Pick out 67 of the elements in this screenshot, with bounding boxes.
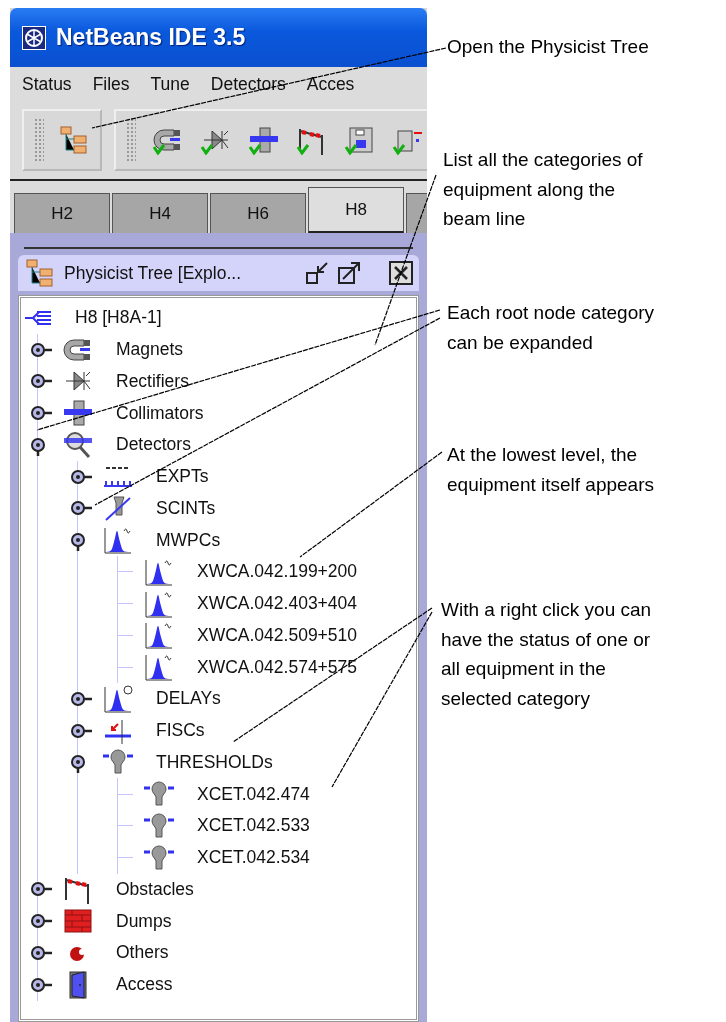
tree-item[interactable]: XCET.042.474 (197, 783, 310, 805)
tree-toggle[interactable] (28, 914, 52, 929)
collimator-icon (62, 398, 94, 429)
toolbar-grip[interactable] (34, 118, 44, 162)
tree-item[interactable]: MWPCs (156, 529, 221, 551)
tree-toggle[interactable] (28, 882, 52, 897)
tree-item[interactable]: XWCA.042.574+575 (197, 656, 358, 678)
menu-item[interactable]: Tune (150, 73, 190, 95)
tab[interactable]: H2 (14, 193, 110, 233)
tree-item[interactable]: H8 [H8A-1] (75, 307, 162, 329)
annotation: With a right click you can have the status of one or all equipment in the selected category (441, 598, 652, 711)
peak-icon (143, 652, 175, 683)
window-title: NetBeans IDE 3.5 (56, 24, 246, 51)
tree-item[interactable]: Dumps (116, 910, 172, 932)
tree-item[interactable]: DELAYs (156, 688, 221, 710)
menu-item[interactable]: Status (22, 73, 72, 95)
tree-item[interactable]: EXPTs (156, 466, 209, 488)
tree-item[interactable]: XWCA.042.403+404 (197, 593, 358, 615)
peak-icon (143, 620, 175, 651)
tree-toggle[interactable] (28, 977, 52, 992)
tree-item[interactable]: XCET.042.534 (197, 847, 310, 869)
menu-item[interactable]: Detectors (210, 73, 286, 95)
annotation: At the lowest level, the equipment itself appears (447, 443, 654, 497)
menu-item[interactable]: Files (92, 73, 130, 95)
tab[interactable]: H4 (112, 193, 208, 233)
peak-icon (102, 683, 134, 714)
annotation: Open the Physicist Tree (447, 35, 649, 59)
panel-title: Physicist Tree [Explo... (64, 262, 242, 284)
save-icon[interactable] (344, 125, 376, 155)
tree-toggle[interactable] (68, 691, 92, 706)
collimator-icon[interactable] (248, 125, 280, 155)
undock-icon[interactable] (337, 261, 363, 285)
menu-item[interactable]: Acces (306, 73, 355, 95)
tab[interactable]: H8 (308, 187, 404, 233)
tree-item[interactable]: Obstacles (116, 878, 194, 900)
tree-item[interactable]: Access (116, 974, 173, 996)
tree-toggle[interactable] (68, 501, 92, 516)
tree-item[interactable]: Others (116, 942, 169, 964)
tree-item[interactable]: Collimators (116, 402, 204, 424)
tree-toggle[interactable] (28, 342, 52, 357)
tree-item[interactable]: SCINTs (156, 497, 216, 519)
tree-toggle[interactable] (68, 469, 92, 484)
tree-item[interactable]: FISCs (156, 720, 205, 742)
dock-icon[interactable] (305, 261, 329, 285)
tree-toggle[interactable] (28, 406, 52, 421)
tree-item[interactable]: XCET.042.533 (197, 815, 310, 837)
tree-item[interactable]: XWCA.042.509+510 (197, 624, 358, 646)
tree-toggle[interactable] (28, 374, 52, 389)
tab[interactable]: H6 (210, 193, 306, 233)
peak-icon (102, 525, 134, 556)
tree-item[interactable]: THRESHOLDs (156, 751, 273, 773)
toolbar-grip[interactable] (126, 118, 136, 162)
tree-item[interactable]: XWCA.042.199+200 (197, 561, 358, 583)
tree-icon[interactable] (58, 125, 90, 155)
magnifier-icon (62, 429, 94, 460)
tree-item[interactable]: Detectors (116, 434, 191, 456)
tree-item[interactable]: Magnets (116, 339, 184, 361)
tree-toggle[interactable] (28, 945, 52, 960)
tree-icon (24, 258, 56, 288)
close-icon[interactable] (389, 261, 413, 285)
bulb-icon (143, 810, 175, 841)
bulb-icon (143, 842, 175, 873)
app-logo-icon (22, 25, 46, 50)
annotation: Each root node category can be expanded (447, 301, 655, 355)
tree-item[interactable]: Rectifiers (116, 370, 189, 392)
tree-toggle[interactable] (68, 723, 92, 738)
annotation: List all the categories of equipment along the beam line (443, 148, 643, 231)
